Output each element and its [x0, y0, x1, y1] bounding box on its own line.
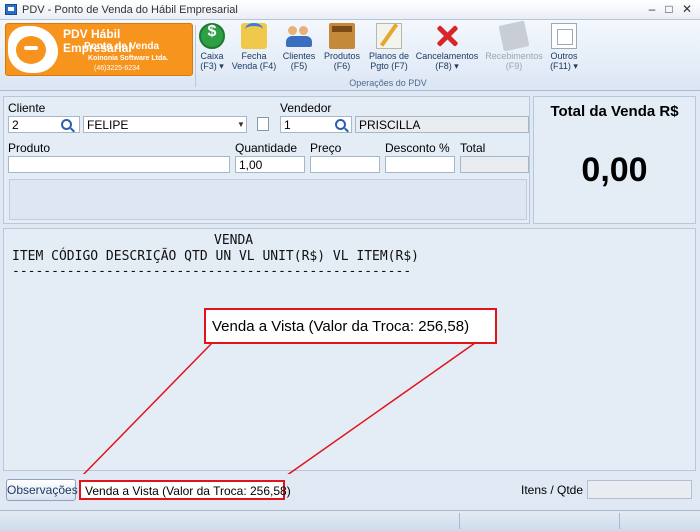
close-sale-icon: [241, 23, 267, 49]
produto-field[interactable]: [8, 156, 230, 173]
status-bar: [0, 510, 700, 531]
planos-pagamento-button[interactable]: Planos de Pgto (F7): [367, 23, 411, 78]
itens-qtde-label: Itens / Qtde: [521, 483, 584, 497]
fecha-venda-button[interactable]: Fecha Venda (F4): [231, 23, 277, 78]
recebimentos-button[interactable]: Recebimentos (F9): [484, 20, 544, 78]
caixa-button[interactable]: Caixa (F3) ▾: [197, 23, 227, 78]
brand-subtitle: Ponto de Venda: [84, 41, 160, 52]
observation-callout: Venda a Vista (Valor da Troca: 256,58): [204, 308, 497, 344]
brand-phone: (46)3225-6234: [94, 65, 140, 72]
bottom-bar: Observações Venda a Vista (Valor da Troc…: [0, 474, 700, 506]
vendedor-name-field: PRISCILLA: [355, 116, 529, 133]
receipt-columns: ITEM CÓDIGO DESCRIÇÃO QTD UN VL UNIT(R$)…: [12, 249, 419, 264]
itens-qtde-field: [587, 480, 692, 499]
brand-logo: PDV Hábil Empresarial Ponto de Venda Koi…: [5, 23, 193, 76]
vendedor-label: Vendedor: [280, 101, 332, 115]
maximize-button[interactable]: □: [660, 1, 678, 17]
caixa-shortcut: (F3) ▾: [200, 61, 224, 71]
outros-shortcut: (F11) ▾: [550, 61, 578, 71]
cliente-name-select[interactable]: FELIPE: [83, 116, 247, 133]
total-title: Total da Venda R$: [550, 103, 679, 120]
vendedor-search-icon[interactable]: [335, 119, 346, 130]
cancelamentos-label: Cancelamentos: [415, 51, 479, 61]
recebimentos-shortcut: (F9): [505, 61, 523, 71]
title-bar: PDV - Ponto de Venda do Hábil Empresaria…: [0, 0, 700, 20]
preco-field[interactable]: [310, 156, 380, 173]
sale-form-panel: Cliente 2 FELIPE ▼ Vendedor 1 PRISCILLA …: [3, 96, 530, 224]
quantidade-field[interactable]: 1,00: [235, 156, 305, 173]
products-icon: [329, 23, 355, 49]
close-button[interactable]: ✕: [678, 1, 696, 17]
clientes-shortcut: (F5): [290, 61, 308, 71]
total-label: Total: [460, 141, 486, 155]
desconto-label: Desconto %: [385, 141, 450, 155]
produtos-button[interactable]: Produtos (F6): [322, 23, 362, 78]
receipt-area: VENDA ITEM CÓDIGO DESCRIÇÃO QTD UN VL UN…: [3, 228, 696, 471]
cancelamentos-button[interactable]: Cancelamentos (F8) ▾: [415, 23, 479, 78]
outros-button[interactable]: Outros (F11) ▾: [547, 23, 581, 78]
window-title: PDV - Ponto de Venda do Hábil Empresaria…: [22, 4, 238, 16]
cancel-icon: [434, 23, 460, 49]
cliente-label: Cliente: [8, 101, 46, 115]
recebimentos-label: Recebimentos: [485, 51, 543, 61]
outros-label: Outros: [550, 51, 578, 61]
produto-label: Produto: [8, 141, 51, 155]
clientes-button[interactable]: Clientes (F5): [281, 23, 317, 78]
others-icon: [551, 23, 577, 49]
brand-company: Koinonia Software Ltda.: [88, 55, 169, 62]
status-cell-secondary: [460, 513, 620, 529]
minimize-button[interactable]: –: [643, 1, 661, 17]
total-panel: Total da Venda R$ 0,00: [533, 96, 696, 224]
fecha-label: Fecha: [241, 51, 267, 61]
produtos-shortcut: (F6): [333, 61, 351, 71]
total-value: 0,00: [581, 151, 648, 189]
ribbon-toolbar: PDV Hábil Empresarial Ponto de Venda Koi…: [0, 20, 700, 91]
quantidade-label: Quantidade: [235, 141, 298, 155]
ribbon-group-label: Operações do PDV: [349, 78, 427, 88]
payment-plans-icon: [376, 23, 402, 49]
document-icon[interactable]: [257, 117, 269, 131]
desconto-field[interactable]: [385, 156, 455, 173]
tiger-logo-icon: [8, 26, 58, 73]
status-cell-main: [0, 513, 460, 529]
fecha-shortcut: Venda (F4): [231, 61, 277, 71]
preco-label: Preço: [310, 141, 342, 155]
receipt-separator: ----------------------------------------…: [12, 264, 412, 279]
clients-icon: [286, 23, 312, 49]
observacoes-text: Venda a Vista (Valor da Troca: 256,58): [79, 480, 291, 500]
receipts-icon: [498, 20, 530, 52]
receipt-header: VENDA: [214, 233, 254, 248]
planos-label: Planos de: [368, 51, 410, 61]
cancelamentos-shortcut: (F8) ▾: [435, 61, 459, 71]
cash-icon: [199, 23, 225, 49]
app-icon: [5, 4, 17, 15]
produtos-label: Produtos: [323, 51, 361, 61]
item-detail-area: [9, 179, 527, 220]
caixa-label: Caixa: [200, 51, 224, 61]
chevron-down-icon[interactable]: ▼: [237, 120, 245, 129]
cliente-search-icon[interactable]: [61, 119, 72, 130]
planos-shortcut: Pgto (F7): [370, 61, 408, 71]
total-field: [460, 156, 529, 173]
clientes-label: Clientes: [282, 51, 316, 61]
observacoes-button[interactable]: Observações: [6, 479, 78, 501]
